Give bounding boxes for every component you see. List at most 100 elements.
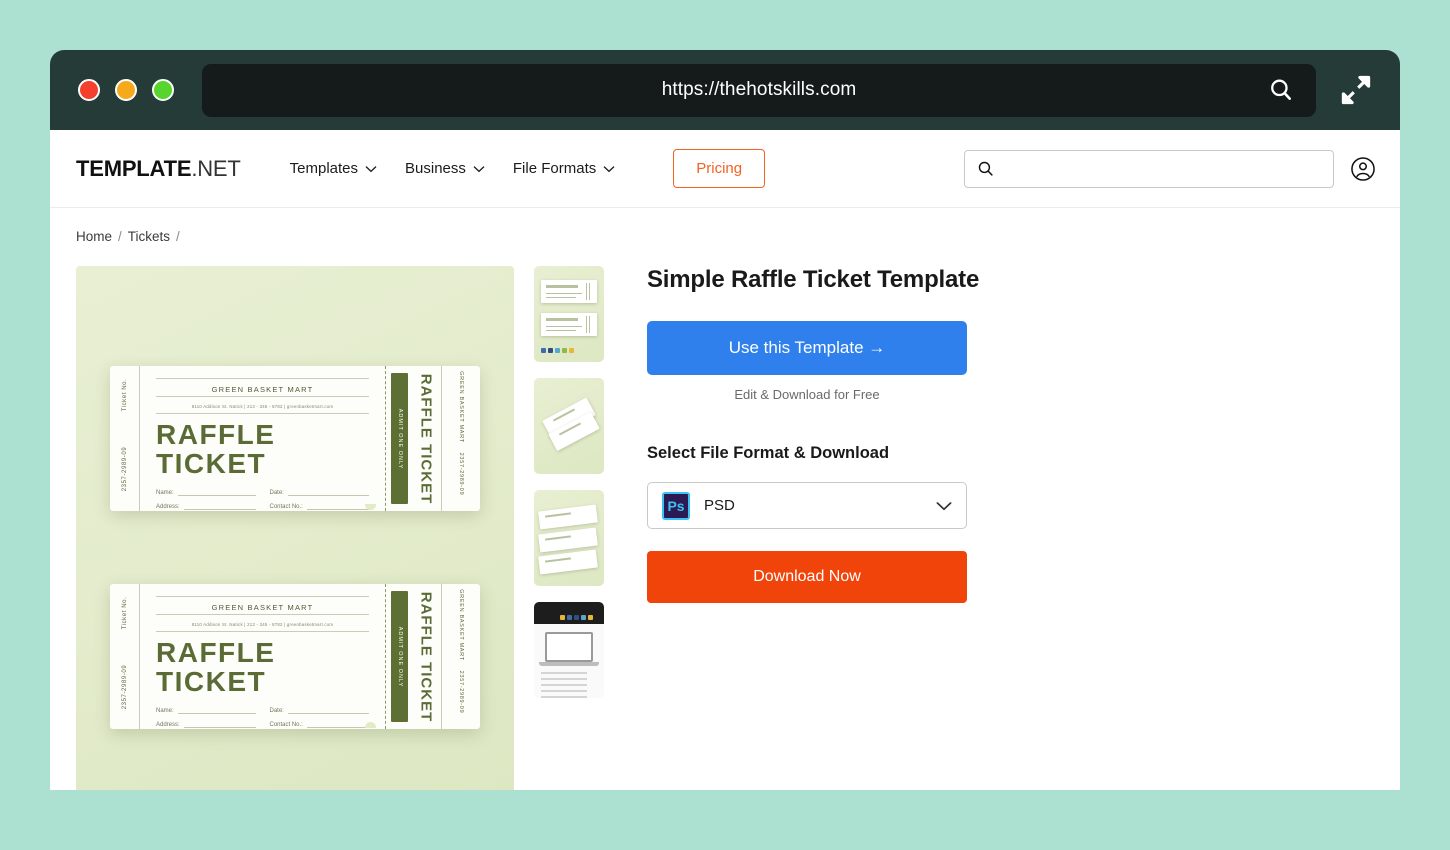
cta-subtext: Edit & Download for Free — [734, 387, 880, 402]
pricing-button[interactable]: Pricing — [673, 149, 766, 188]
thumbnail-editor-laptop-mockup[interactable] — [534, 602, 604, 698]
user-account-icon[interactable] — [1350, 156, 1376, 182]
ticket-stub: ADMIT ONE ONLY RAFFLE TICKET GREEN BASKE… — [386, 584, 480, 729]
chevron-down-icon — [603, 165, 615, 172]
stub-admit-band: ADMIT ONE ONLY — [391, 591, 408, 722]
ticket-fields: Name: Date: Address: Contact No.: — [156, 489, 369, 510]
field-line — [306, 721, 369, 728]
ticket-brand: GREEN BASKET MART — [211, 385, 314, 394]
selected-format-value: PSD — [704, 497, 735, 514]
file-format-section-title: Select File Format & Download — [647, 444, 890, 462]
thumbnail-list — [534, 266, 604, 790]
ticket-body: GREEN BASKET MART 8110 Addison St. Natic… — [140, 584, 385, 729]
breadcrumb-separator: / — [118, 229, 122, 244]
stub-info: GREEN BASKET MART 2357-2989-09 — [441, 584, 480, 729]
maximize-window-button[interactable] — [152, 79, 174, 101]
stub-title-wrap: RAFFLE TICKET — [411, 584, 441, 729]
field-label-date: Date: — [269, 489, 284, 496]
nav-label: Business — [405, 160, 466, 177]
thumbnail-swatches — [541, 348, 574, 353]
ticket-brand: GREEN BASKET MART — [211, 603, 314, 612]
stub-title: RAFFLE TICKET — [417, 591, 435, 722]
main-navigation: Templates Business File Formats Pricing — [290, 149, 766, 188]
template-preview-image[interactable]: Ticket No. 2357-2989-09 GREEN BASKET MAR… — [76, 266, 514, 790]
arrow-right-icon: → — [868, 338, 886, 357]
divider — [156, 614, 369, 615]
field-line — [287, 489, 369, 496]
stub-brand: GREEN BASKET MART — [458, 371, 464, 443]
stub-admit-band: ADMIT ONE ONLY — [391, 373, 408, 504]
thumbnail-swatches — [560, 615, 593, 620]
cta-label: Use this Template — [728, 338, 864, 357]
use-this-template-button[interactable]: Use this Template → — [647, 321, 967, 375]
ticket-address: 8110 Addison St. Natick | 213 - 345 - 87… — [191, 404, 334, 409]
thumbnail-two-ticket-layout[interactable] — [534, 266, 604, 362]
breadcrumb-separator: / — [176, 229, 180, 244]
ticket-address: 8110 Addison St. Natick | 213 - 345 - 87… — [191, 622, 334, 627]
field-label-contact: Contact No.: — [269, 503, 303, 510]
ticket-preview-top: Ticket No. 2357-2989-09 GREEN BASKET MAR… — [110, 366, 480, 511]
nav-item-business[interactable]: Business — [405, 160, 485, 177]
website-viewport: TEMPLATE.NET Templates Business File For… — [50, 130, 1400, 790]
logo-main: TEMPLATE — [76, 155, 192, 181]
logo-suffix: .NET — [191, 155, 241, 181]
address-bar[interactable]: https://thehotskills.com — [202, 63, 1316, 117]
chevron-down-icon — [473, 165, 485, 172]
ticket-left-edge: Ticket No. 2357-2989-09 — [110, 584, 140, 729]
field-label-date: Date: — [269, 707, 284, 714]
product-content: Ticket No. 2357-2989-09 GREEN BASKET MAR… — [50, 244, 1400, 790]
photoshop-icon: Ps — [662, 491, 690, 520]
thumbnail-stacked-tickets-mockup[interactable] — [534, 490, 604, 586]
thumbnail-dark-header — [534, 602, 604, 624]
header-actions — [964, 149, 1376, 188]
nav-item-templates[interactable]: Templates — [290, 160, 377, 177]
page-title: Simple Raffle Ticket Template — [647, 266, 980, 293]
thumbnail-feature-rows — [541, 672, 587, 698]
divider — [156, 396, 369, 397]
breadcrumb-item-tickets[interactable]: Tickets — [128, 229, 170, 244]
download-now-button[interactable]: Download Now — [647, 551, 967, 603]
search-icon[interactable] — [1268, 77, 1294, 103]
browser-chrome: https://thehotskills.com — [50, 50, 1400, 130]
site-logo[interactable]: TEMPLATE.NET — [76, 156, 241, 182]
chevron-down-icon — [365, 165, 377, 172]
search-input[interactable] — [1002, 160, 1321, 177]
laptop-screen — [545, 632, 593, 662]
ticket-number-label: Ticket No. — [121, 596, 128, 630]
field-line — [177, 489, 256, 496]
field-line — [183, 503, 256, 510]
ticket-body: GREEN BASKET MART 8110 Addison St. Natic… — [140, 366, 385, 511]
ticket-title: RAFFLE TICKET — [156, 637, 276, 698]
divider — [156, 378, 369, 379]
stub-number: 2357-2989-09 — [458, 670, 464, 714]
nav-item-file-formats[interactable]: File Formats — [513, 160, 615, 177]
stub-info: GREEN BASKET MART 2357-2989-09 — [441, 366, 480, 511]
ticket-number-value: 2357-2989-09 — [121, 664, 128, 710]
field-line — [306, 503, 369, 510]
field-line — [287, 707, 369, 714]
site-header: TEMPLATE.NET Templates Business File For… — [50, 130, 1400, 208]
browser-window: https://thehotskills.com TEMPLATE.NET Te… — [50, 50, 1400, 790]
stub-title-wrap: RAFFLE TICKET — [411, 366, 441, 511]
close-window-button[interactable] — [78, 79, 100, 101]
thumbnail-angled-tickets-mockup[interactable] — [534, 378, 604, 474]
minimize-window-button[interactable] — [115, 79, 137, 101]
ticket-stub: ADMIT ONE ONLY RAFFLE TICKET GREEN BASKE… — [386, 366, 480, 511]
breadcrumb: Home / Tickets / — [50, 208, 1400, 244]
laptop-base — [539, 662, 599, 666]
chevron-down-icon — [936, 501, 952, 510]
ticket-fields: Name: Date: Address: Contact No.: — [156, 707, 369, 728]
field-line — [183, 721, 256, 728]
expand-icon[interactable] — [1338, 72, 1374, 108]
field-label-name: Name: — [156, 707, 174, 714]
ticket-notch — [365, 722, 376, 728]
stub-brand: GREEN BASKET MART — [458, 589, 464, 661]
field-label-contact: Contact No.: — [269, 721, 303, 728]
product-detail-panel: Simple Raffle Ticket Template Use this T… — [624, 266, 1400, 790]
file-format-select[interactable]: Ps PSD — [647, 482, 967, 529]
field-line — [177, 707, 256, 714]
breadcrumb-item-home[interactable]: Home — [76, 229, 112, 244]
search-box[interactable] — [964, 149, 1334, 188]
ticket-left-edge: Ticket No. 2357-2989-09 — [110, 366, 140, 511]
nav-label: File Formats — [512, 160, 597, 177]
